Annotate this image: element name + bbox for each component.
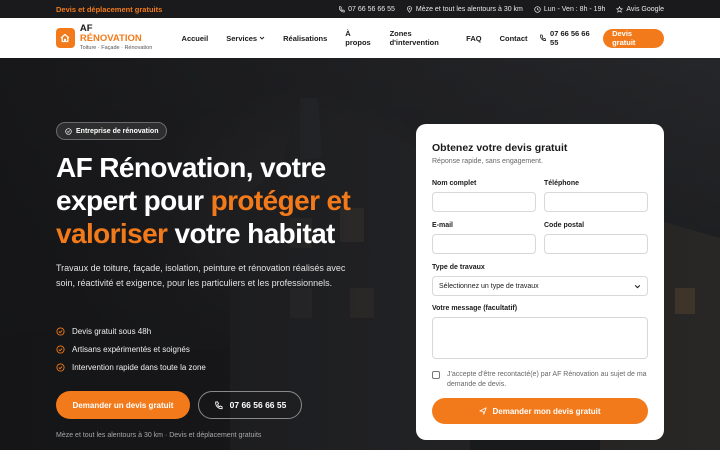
topbar-hours: Lun - Ven : 8h - 19h	[534, 5, 606, 13]
quote-form: Obtenez votre devis gratuit Réponse rapi…	[416, 124, 664, 440]
name-input[interactable]	[432, 192, 536, 212]
chevron-down-icon	[259, 36, 265, 40]
header-phone-text: 07 66 56 66 55	[550, 29, 590, 47]
hero-devis-button[interactable]: Demander un devis gratuit	[56, 391, 190, 419]
headline-3b: votre habitat	[167, 218, 336, 249]
hero-badge-text: Entreprise de rénovation	[76, 127, 159, 135]
hero-section: Entreprise de rénovation AF Rénovation, …	[0, 58, 720, 450]
hero-footnote: Mèze et tout les alentours à 30 km · Dev…	[56, 432, 262, 439]
phone-icon	[539, 34, 546, 42]
clock-icon	[534, 5, 541, 13]
postal-label: Code postal	[544, 222, 585, 229]
topbar-phone-text: 07 66 56 66 55	[348, 5, 395, 13]
nav-services[interactable]: Services	[217, 34, 274, 43]
topbar-area: Mèze et tout les alentours à 30 km	[406, 6, 523, 13]
form-title: Obtenez votre devis gratuit	[432, 142, 568, 154]
consent-row: J'accepte d'être recontacté(e) par AF Ré…	[432, 370, 650, 390]
bullet-text: Intervention rapide dans toute la zone	[72, 362, 206, 372]
headline-2a: expert pour	[56, 185, 211, 216]
promo-text: Devis et déplacement gratuits	[56, 4, 163, 14]
headline-line-3: valoriser votre habitat	[56, 217, 406, 250]
consent-checkbox[interactable]	[432, 371, 440, 379]
phone-input[interactable]	[544, 192, 648, 212]
type-label: Type de travaux	[432, 264, 485, 271]
phone-icon	[214, 400, 223, 409]
form-subtitle: Réponse rapide, sans engagement.	[432, 158, 543, 165]
logo-tagline: Toiture · Façade · Rénovation	[79, 45, 153, 51]
check-circle-icon	[56, 326, 65, 336]
work-type-select[interactable]: Sélectionnez un type de travaux	[432, 276, 648, 296]
logo-accent: RÉNOVATION	[79, 33, 142, 44]
house-logo-icon	[56, 28, 75, 48]
nav-contact[interactable]: Contact	[491, 34, 537, 43]
nav-realisations[interactable]: Réalisations	[274, 34, 336, 43]
submit-label: Demander mon devis gratuit	[492, 406, 601, 416]
hero-description: Travaux de toiture, façade, isolation, p…	[56, 263, 346, 288]
hero-headline: AF Rénovation, votre expert pour protége…	[56, 151, 406, 250]
topbar-area-text: Mèze et tout les alentours à 30 km	[415, 5, 523, 13]
bullet-item: Devis gratuit sous 48h	[56, 322, 206, 340]
hero-badge: Entreprise de rénovation	[56, 122, 168, 140]
nav-zones[interactable]: Zones d'intervention	[381, 29, 458, 47]
email-input[interactable]	[432, 234, 536, 254]
check-circle-icon	[56, 344, 65, 354]
shield-check-icon	[65, 127, 72, 135]
postal-code-input[interactable]	[544, 234, 648, 254]
bullet-item: Intervention rapide dans toute la zone	[56, 358, 206, 376]
work-type-selected: Sélectionnez un type de travaux	[439, 282, 539, 290]
logo[interactable]: AF RÉNOVATION Toiture · Façade · Rénovat…	[56, 24, 153, 52]
location-pin-icon	[406, 5, 412, 13]
headline-2b: protéger et	[210, 185, 351, 216]
top-bar: Devis et déplacement gratuits 07 66 56 6…	[0, 0, 720, 18]
main-header: AF RÉNOVATION Toiture · Façade · Rénovat…	[0, 18, 720, 58]
header-phone[interactable]: 07 66 56 66 55	[539, 29, 598, 47]
name-label: Nom complet	[432, 180, 477, 187]
nav-a-propos[interactable]: À propos	[336, 29, 380, 47]
nav-faq[interactable]: FAQ	[457, 34, 490, 43]
bullet-text: Devis gratuit sous 48h	[72, 326, 152, 336]
header-devis-button[interactable]: Devis gratuit	[603, 28, 664, 48]
topbar-phone[interactable]: 07 66 56 66 55	[338, 6, 395, 13]
message-textarea[interactable]	[432, 317, 648, 359]
hero-phone-text: 07 66 56 66 55	[229, 400, 287, 410]
message-label: Votre message (facultatif)	[432, 305, 518, 312]
topbar-reviews-text: Avis Google	[626, 5, 664, 13]
main-nav: Accueil Services Réalisations À propos Z…	[173, 29, 537, 47]
send-icon	[479, 407, 488, 415]
email-label: E-mail	[432, 222, 454, 229]
phone-label: Téléphone	[544, 180, 580, 187]
bullet-text: Artisans expérimentés et soignés	[72, 344, 190, 354]
topbar-reviews[interactable]: Avis Google	[616, 5, 664, 13]
nav-accueil[interactable]: Accueil	[173, 34, 218, 43]
nav-services-label: Services	[226, 33, 258, 43]
headline-3a: valoriser	[56, 218, 168, 249]
hero-phone-button[interactable]: 07 66 56 66 55	[198, 391, 302, 419]
headline-line-2: expert pour protéger et	[56, 184, 406, 217]
check-circle-icon	[56, 362, 65, 372]
hero-bullets: Devis gratuit sous 48h Artisans expérime…	[56, 322, 206, 376]
phone-icon	[339, 5, 345, 12]
bullet-item: Artisans expérimentés et soignés	[56, 340, 206, 358]
headline-line-1: AF Rénovation, votre	[56, 152, 326, 183]
topbar-hours-text: Lun - Ven : 8h - 19h	[543, 5, 606, 13]
chevron-down-icon	[634, 284, 641, 288]
consent-text: J'accepte d'être recontacté(e) par AF Ré…	[447, 371, 647, 388]
star-icon	[616, 5, 624, 13]
submit-button[interactable]: Demander mon devis gratuit	[432, 398, 648, 424]
